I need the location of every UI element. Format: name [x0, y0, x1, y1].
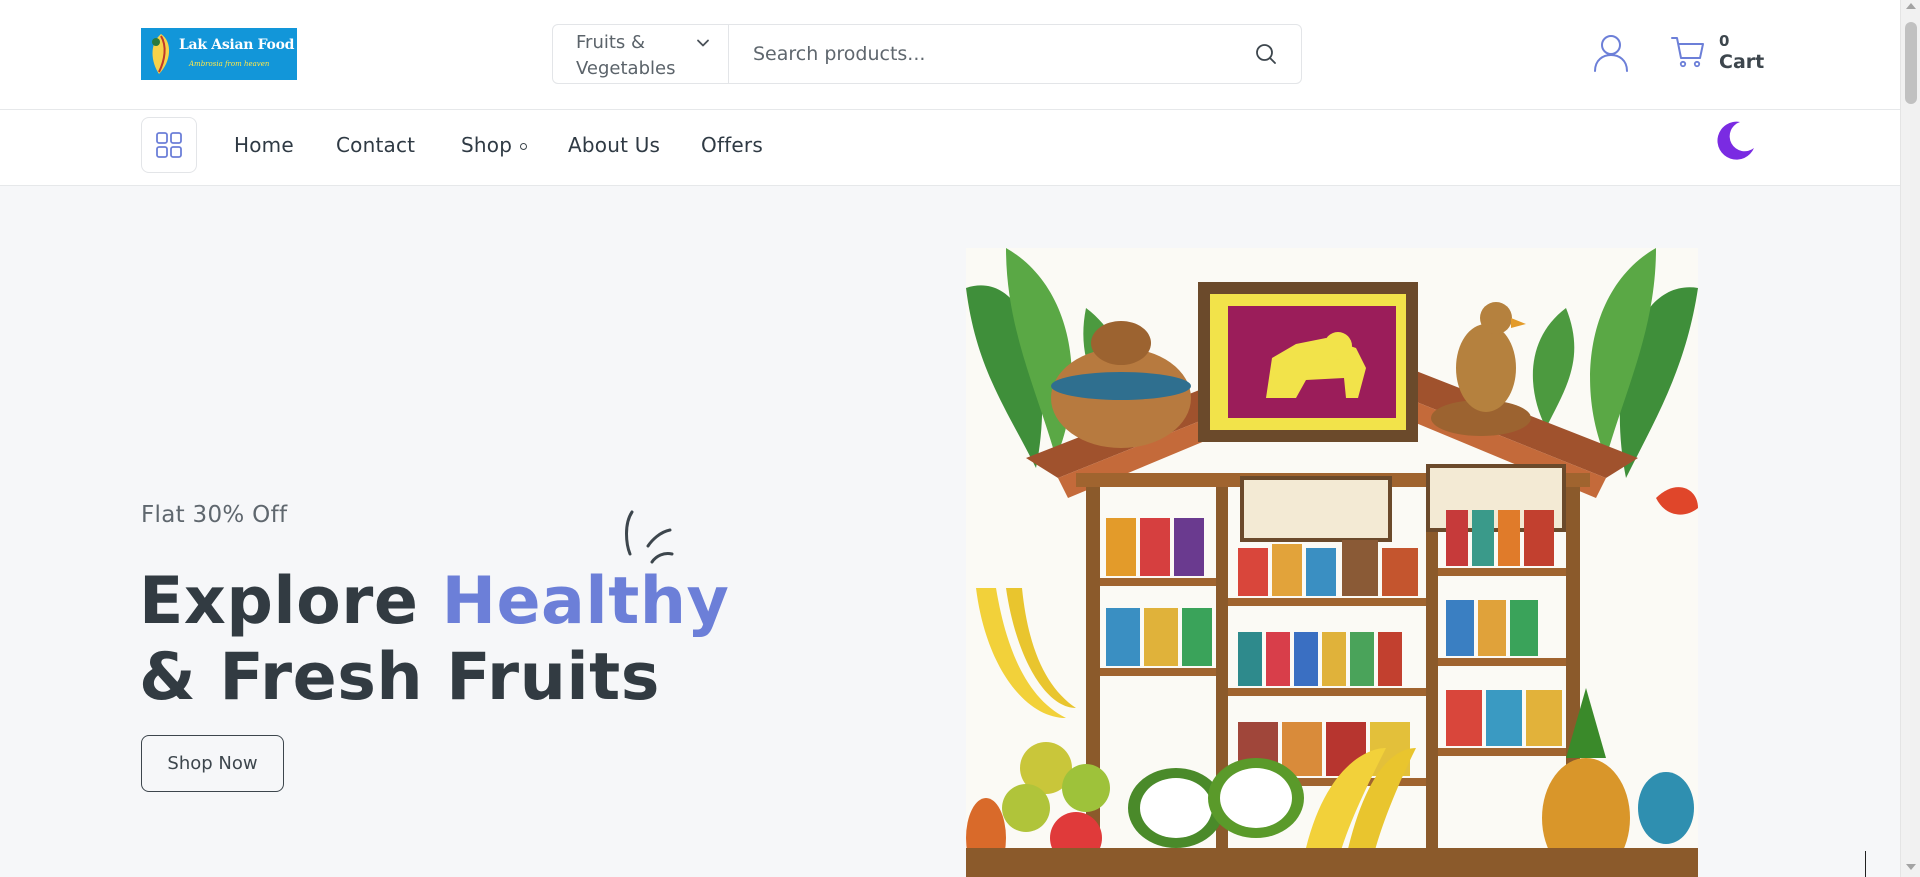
sparkle-decoration-icon	[625, 510, 674, 564]
logo-tagline: Ambrosia from heaven	[189, 60, 270, 68]
hero-title: Explore Healthy & Fresh Fruits	[139, 564, 729, 716]
chevron-down-icon	[697, 39, 709, 47]
site-logo[interactable]: Lak Asian Food Ambrosia from heaven	[141, 28, 297, 80]
scrollbar-thumb[interactable]	[1905, 22, 1917, 104]
page-scrollbar[interactable]	[1900, 0, 1920, 877]
category-menu-button[interactable]	[141, 117, 197, 173]
main-nav: Home Contact Shop About Us Offers	[0, 110, 1900, 186]
logo-leaf-icon	[152, 34, 170, 74]
top-header: Lak Asian Food Ambrosia from heaven Frui…	[0, 0, 1900, 110]
moon-icon	[1717, 121, 1754, 160]
grid-menu-icon	[156, 132, 182, 158]
dropdown-dot-icon	[520, 143, 528, 150]
nav-contact[interactable]: Contact	[336, 133, 415, 157]
nav-about-us[interactable]: About Us	[568, 133, 660, 157]
nav-offers[interactable]: Offers	[701, 133, 763, 157]
text-cursor	[1865, 851, 1866, 877]
nav-home[interactable]: Home	[234, 133, 294, 157]
cart-label: Cart	[1719, 51, 1765, 73]
search-button[interactable]	[1231, 25, 1301, 83]
search-bar: Fruits & Vegetables	[552, 24, 1302, 84]
cart-count: 0	[1719, 32, 1730, 50]
nav-shop[interactable]: Shop	[461, 133, 528, 157]
theme-toggle-button[interactable]	[1714, 120, 1756, 162]
search-input[interactable]	[729, 25, 1231, 83]
search-icon	[1256, 44, 1276, 64]
cart-button[interactable]: 0 Cart	[1670, 32, 1770, 80]
scroll-down-arrow-icon[interactable]	[1906, 864, 1916, 870]
account-button[interactable]	[1593, 34, 1629, 72]
hero-banner: Flat 30% Off Explore Healthy & Fresh Fru…	[0, 186, 1900, 877]
user-icon	[1594, 35, 1628, 72]
hero-subtitle: Flat 30% Off	[141, 502, 288, 528]
nav-shop-label: Shop	[461, 133, 513, 157]
hero-title-part1: Explore	[139, 564, 442, 639]
logo-name: Lak Asian Food	[179, 37, 295, 53]
hero-title-accent: Healthy	[441, 564, 730, 639]
cart-icon	[1671, 37, 1704, 68]
hero-illustration	[966, 248, 1698, 877]
category-select[interactable]: Fruits & Vegetables	[553, 25, 729, 83]
shop-now-button[interactable]: Shop Now	[141, 735, 284, 792]
category-select-value: Fruits & Vegetables	[576, 32, 676, 79]
hero-title-line2: & Fresh Fruits	[139, 640, 660, 715]
scroll-up-arrow-icon[interactable]	[1906, 3, 1916, 9]
